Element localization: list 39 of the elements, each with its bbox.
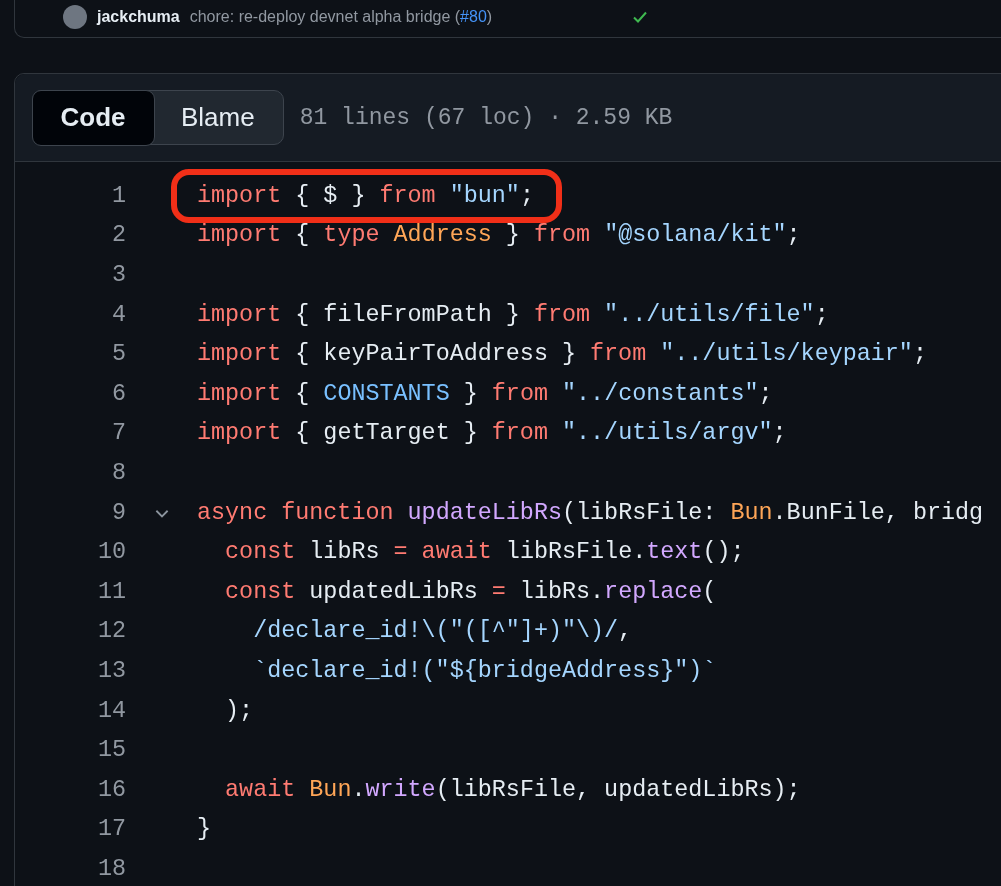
- line-number: 18: [96, 855, 126, 882]
- code-line: import { type Address } from "@solana/kit";: [197, 222, 801, 249]
- line-number: 5: [110, 341, 126, 368]
- code-line: import { CONSTANTS } from "../constants";: [197, 380, 773, 407]
- commit-message[interactable]: chore: re-deploy devnet alpha bridge (#80): [189, 7, 493, 26]
- view-tab[interactable]: Blame: [153, 91, 283, 144]
- code-line: import { keyPairToAddress } from "../utils/keypair";: [197, 341, 927, 368]
- code-line: async function updateLibRs(libRsFile: Bun.BunFile, bridg: [197, 499, 984, 526]
- code-line: import { fileFromPath } from "../utils/file";: [197, 301, 829, 328]
- line-number: 10: [96, 539, 126, 566]
- code-line: import { $ } from "bun";: [197, 182, 534, 209]
- line-number: 2: [110, 222, 126, 249]
- code-line: );: [224, 697, 254, 724]
- line-number: 7: [110, 420, 126, 447]
- pr-link[interactable]: #80: [460, 7, 487, 25]
- view-tab[interactable]: Code: [31, 89, 155, 146]
- code-line: }: [197, 816, 212, 843]
- line-number: 13: [96, 657, 126, 684]
- line-number: 12: [96, 618, 126, 645]
- code-line: `declare_id!("${bridgeAddress}")`: [252, 657, 717, 684]
- line-number: 8: [110, 459, 126, 486]
- line-number: 4: [110, 301, 126, 328]
- code-line: await Bun.write(libRsFile, updatedLibRs);: [224, 776, 801, 803]
- commit-author[interactable]: jackchuma: [97, 7, 180, 26]
- line-number: 15: [96, 737, 126, 764]
- file-info: 81 lines (67 loc) · 2.59 KB: [299, 104, 673, 131]
- line-number: 16: [96, 776, 126, 803]
- line-number: 3: [110, 262, 126, 288]
- code-line: const updatedLibRs = libRs.replace(: [224, 578, 717, 605]
- code-line: const libRs = await libRsFile.text();: [224, 539, 745, 566]
- code-line: import { getTarget } from "../utils/argv";: [197, 420, 787, 447]
- avatar: [63, 4, 87, 29]
- line-number: 11: [96, 578, 126, 605]
- line-number: 14: [96, 697, 126, 724]
- line-number: 1: [110, 182, 126, 209]
- line-number: 9: [110, 499, 126, 526]
- code-line: /declare_id!\("([^"]+)"\)/,: [252, 618, 633, 645]
- line-number: 17: [96, 816, 126, 843]
- line-number: 6: [110, 380, 126, 407]
